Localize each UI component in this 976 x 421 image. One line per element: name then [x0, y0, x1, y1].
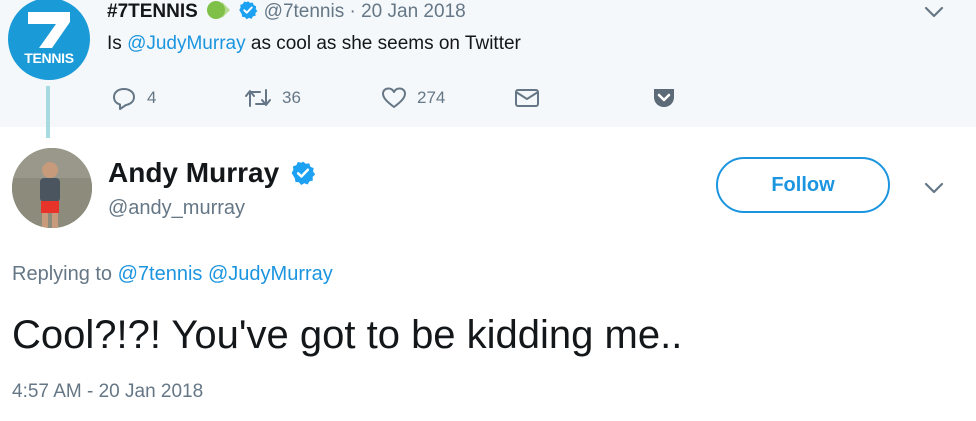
replying-to-link[interactable]: @JudyMurray — [208, 263, 333, 285]
parent-header: #7TENNIS @7tennis · 20 Jan 2018 — [107, 0, 466, 24]
mention-link[interactable]: @JudyMurray — [127, 33, 246, 54]
retweet-icon — [245, 89, 271, 107]
author-handle[interactable]: @andy_murray — [108, 197, 245, 220]
author-name-row: Andy Murray — [108, 156, 316, 190]
reply-count: 4 — [147, 88, 157, 107]
text-prefix: Is — [107, 33, 128, 54]
verified-icon — [239, 1, 258, 20]
like-icon — [382, 87, 406, 108]
profile-photo — [12, 148, 92, 228]
parent-display-name[interactable]: #7TENNIS — [107, 1, 198, 22]
tennis-ball-icon — [207, 1, 226, 19]
seven-logo-icon — [28, 12, 70, 48]
thread-line — [46, 86, 50, 138]
parent-tweet-text: Is @JudyMurray as cool as she seems on T… — [107, 32, 521, 56]
avatar[interactable] — [12, 148, 92, 228]
replying-to: Replying to @7tennis @JudyMurray — [12, 263, 333, 286]
chevron-down-icon[interactable] — [924, 182, 944, 194]
message-button[interactable] — [513, 86, 541, 110]
meta-separator: · — [349, 1, 356, 22]
replying-to-label: Replying to — [12, 263, 113, 285]
message-icon — [515, 89, 539, 107]
verified-icon — [291, 161, 316, 186]
pocket-icon — [654, 89, 674, 107]
replying-to-link[interactable]: @7tennis — [118, 263, 203, 285]
parent-handle[interactable]: @7tennis — [264, 1, 345, 22]
chevron-down-icon[interactable] — [924, 6, 944, 18]
like-button[interactable]: 274 — [381, 86, 445, 110]
tweet-text: Cool?!?! You've got to be kidding me.. — [12, 313, 683, 357]
parent-date[interactable]: 20 Jan 2018 — [361, 1, 466, 22]
text-suffix: as cool as she seems on Twitter — [245, 33, 521, 54]
retweet-count: 36 — [282, 88, 301, 107]
retweet-button[interactable]: 36 — [244, 86, 301, 110]
pocket-button[interactable] — [651, 86, 677, 110]
like-count: 274 — [417, 88, 446, 107]
tweet-timestamp[interactable]: 4:57 AM - 20 Jan 2018 — [12, 381, 203, 403]
avatar-text: TENNIS — [24, 50, 74, 66]
author-display-name[interactable]: Andy Murray — [108, 157, 279, 188]
reply-button[interactable]: 4 — [111, 86, 156, 110]
parent-avatar[interactable]: TENNIS — [8, 0, 90, 80]
parent-tweet[interactable]: TENNIS #7TENNIS @7tennis · 20 Jan 2018 I… — [0, 0, 976, 127]
reply-icon — [113, 88, 135, 110]
follow-button[interactable]: Follow — [716, 157, 890, 213]
